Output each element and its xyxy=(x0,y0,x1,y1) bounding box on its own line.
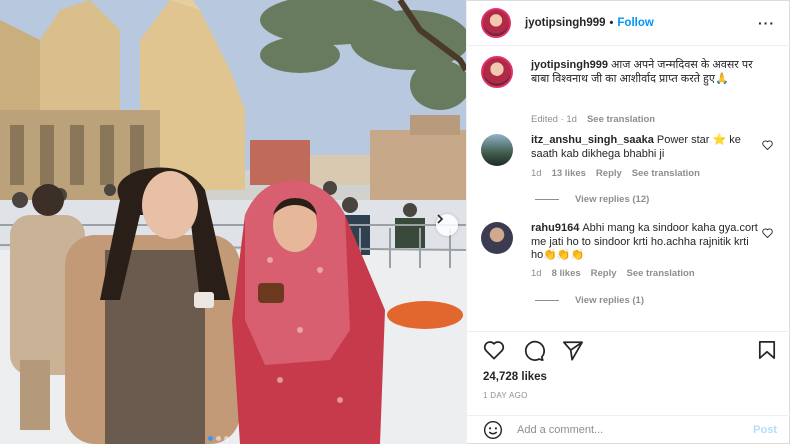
post-date: 1 DAY AGO xyxy=(483,391,528,400)
heart-icon[interactable] xyxy=(483,340,505,360)
see-translation-link[interactable]: See translation xyxy=(627,268,695,279)
post-comment-button[interactable]: Post xyxy=(753,424,777,436)
caption-username[interactable]: jyotipsingh999 xyxy=(531,59,608,71)
comment-item: rahu9164 Abhi mang ka sindoor kaha gya.co… xyxy=(481,222,781,312)
comment-time: 1d xyxy=(531,268,542,279)
caption-edited: Edited · 1d xyxy=(531,114,577,125)
see-translation-link[interactable]: See translation xyxy=(632,168,700,179)
view-replies-button[interactable]: View replies (12) xyxy=(535,194,649,205)
add-comment-bar: Post xyxy=(467,415,790,444)
avatar[interactable] xyxy=(481,222,513,254)
post-header: jyotipsingh999 • Follow ··· xyxy=(467,0,790,46)
caption-body: jyotipsingh999 आज अपने जन्मदिवस के अवसर प… xyxy=(531,59,763,86)
avatar[interactable] xyxy=(481,134,513,166)
see-translation-link[interactable]: See translation xyxy=(587,114,655,125)
comment-icon[interactable] xyxy=(523,340,545,362)
comment-body: rahu9164 Abhi mang ka sindoor kaha gya.co… xyxy=(531,222,763,263)
view-replies-label: View replies (1) xyxy=(575,295,644,306)
reply-button[interactable]: Reply xyxy=(596,168,622,179)
replies-divider xyxy=(535,199,559,200)
view-replies-label: View replies (12) xyxy=(575,194,650,205)
post-photo[interactable] xyxy=(0,0,466,444)
comment-likes[interactable]: 13 likes xyxy=(552,168,586,179)
comment-username[interactable]: itz_anshu_singh_saaka xyxy=(531,134,654,146)
comment-username[interactable]: rahu9164 xyxy=(531,222,579,234)
comment-meta: 1d 8 likes Reply See translation xyxy=(531,268,695,279)
carousel-dot xyxy=(208,436,213,441)
comment-like-icon[interactable] xyxy=(762,140,773,150)
comment-body: itz_anshu_singh_saaka Power star ⭐ ke saa… xyxy=(531,134,763,161)
post-sidebar: jyotipsingh999 • Follow ··· jyotipsingh9… xyxy=(466,0,790,444)
comment-input[interactable] xyxy=(517,424,737,436)
post-actions: 24,728 likes 1 DAY AGO xyxy=(467,331,790,411)
paper-plane-icon[interactable] xyxy=(562,340,584,361)
more-options-icon[interactable]: ··· xyxy=(758,15,775,31)
comment-item: itz_anshu_singh_saaka Power star ⭐ ke saa… xyxy=(481,134,781,214)
header-separator: • xyxy=(609,16,614,29)
avatar[interactable] xyxy=(481,7,511,38)
caption-avatar[interactable] xyxy=(481,56,513,88)
carousel-dot xyxy=(224,436,229,441)
carousel-dot xyxy=(216,436,221,441)
caption-meta: Edited · 1d See translation xyxy=(531,114,655,125)
comment-time: 1d xyxy=(531,168,542,179)
smiley-icon[interactable] xyxy=(483,420,503,440)
carousel-next-button[interactable] xyxy=(436,214,458,236)
header-username[interactable]: jyotipsingh999 xyxy=(525,17,606,29)
replies-divider xyxy=(535,300,559,301)
comment-like-icon[interactable] xyxy=(762,228,773,238)
comment-meta: 1d 13 likes Reply See translation xyxy=(531,168,700,179)
likes-count[interactable]: 24,728 likes xyxy=(483,371,547,383)
caption: jyotipsingh999 आज अपने जन्मदिवस के अवसर प… xyxy=(481,56,781,136)
chevron-right-icon xyxy=(437,214,444,224)
view-replies-button[interactable]: View replies (1) xyxy=(535,295,644,306)
reply-button[interactable]: Reply xyxy=(591,268,617,279)
photo-illustration xyxy=(0,0,466,444)
carousel-indicator xyxy=(208,436,229,441)
bookmark-icon[interactable] xyxy=(758,340,776,360)
comment-likes[interactable]: 8 likes xyxy=(552,268,581,279)
follow-button[interactable]: Follow xyxy=(617,17,653,29)
comments-list[interactable]: jyotipsingh999 आज अपने जन्मदिवस के अवसर प… xyxy=(467,47,790,330)
